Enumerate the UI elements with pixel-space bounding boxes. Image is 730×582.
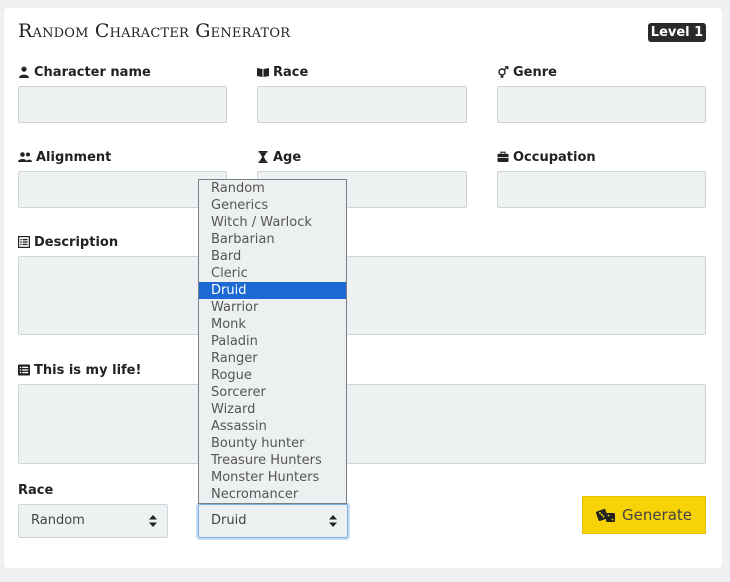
dropdown-option[interactable]: Witch / Warlock xyxy=(199,214,346,231)
class-dropdown-list[interactable]: Random Generics Witch / Warlock Barbarian Ba… xyxy=(198,179,347,504)
alignment-input[interactable] xyxy=(18,171,227,208)
description-textarea[interactable] xyxy=(18,256,706,335)
dropdown-option[interactable]: Bard xyxy=(199,248,346,265)
class-select-value: Druid xyxy=(211,513,247,528)
life-textarea[interactable] xyxy=(18,384,706,464)
race-label-text: Race xyxy=(273,64,309,80)
briefcase-icon xyxy=(497,151,509,162)
dropdown-option[interactable]: Warrior xyxy=(199,299,346,316)
dropdown-option[interactable]: Random xyxy=(199,180,346,197)
dropdown-option[interactable]: Wizard xyxy=(199,401,346,418)
book-open-icon xyxy=(257,68,269,77)
dropdown-option[interactable]: Necromancer xyxy=(199,486,346,503)
list-alt-icon xyxy=(18,236,30,248)
alignment-label-text: Alignment xyxy=(36,149,112,165)
occupation-label-text: Occupation xyxy=(513,149,596,165)
dropdown-option[interactable]: Monk xyxy=(199,316,346,333)
generate-label: Generate xyxy=(621,506,693,524)
hourglass-icon xyxy=(258,151,268,163)
dropdown-option[interactable]: Treasure Hunters xyxy=(199,452,346,469)
character-name-label-text: Character name xyxy=(34,64,151,80)
user-icon xyxy=(19,66,29,78)
occupation-input[interactable] xyxy=(497,171,706,208)
dropdown-option[interactable]: Sorcerer xyxy=(199,384,346,401)
race-select-value: Random xyxy=(31,513,85,528)
description-label: Description xyxy=(18,234,118,250)
character-name-input[interactable] xyxy=(18,86,227,123)
venus-mars-icon xyxy=(498,66,509,78)
dropdown-option[interactable]: Paladin xyxy=(199,333,346,350)
race-input[interactable] xyxy=(257,86,467,123)
description-label-text: Description xyxy=(34,234,119,250)
dropdown-option[interactable]: Generics xyxy=(199,197,346,214)
dropdown-option[interactable]: Cleric xyxy=(199,265,346,282)
dropdown-option[interactable]: Ranger xyxy=(199,350,346,367)
age-label: Age xyxy=(257,149,301,165)
dropdown-option[interactable]: Assassin xyxy=(199,418,346,435)
race-label: Race xyxy=(257,64,308,80)
alignment-label: Alignment xyxy=(18,149,111,165)
page-title: Random Character Generator xyxy=(18,20,291,42)
age-label-text: Age xyxy=(273,149,302,165)
race-select[interactable]: Random xyxy=(18,504,168,538)
genre-label-text: Genre xyxy=(513,64,557,80)
generate-button[interactable]: Generate xyxy=(582,496,706,534)
list-icon xyxy=(18,364,30,376)
life-label-text: This is my life! xyxy=(34,362,142,378)
dice-icon xyxy=(595,509,615,522)
life-label: This is my life! xyxy=(18,362,141,378)
class-select[interactable]: Druid xyxy=(198,504,348,538)
sort-arrows-icon xyxy=(149,515,157,527)
dropdown-option[interactable]: Rogue xyxy=(199,367,346,384)
occupation-label: Occupation xyxy=(497,149,596,165)
genre-label: Genre xyxy=(497,64,557,80)
dropdown-option[interactable]: Monster Hunters xyxy=(199,469,346,486)
dropdown-option[interactable]: Druid xyxy=(199,282,346,299)
users-icon xyxy=(18,152,32,162)
genre-input[interactable] xyxy=(497,86,706,123)
dropdown-option[interactable]: Bounty hunter xyxy=(199,435,346,452)
level-badge: Level 1 xyxy=(648,23,706,42)
race-select-label: Race xyxy=(18,482,54,498)
dropdown-option[interactable]: Barbarian xyxy=(199,231,346,248)
character-name-label: Character name xyxy=(18,64,151,80)
sort-arrows-icon xyxy=(329,515,337,527)
